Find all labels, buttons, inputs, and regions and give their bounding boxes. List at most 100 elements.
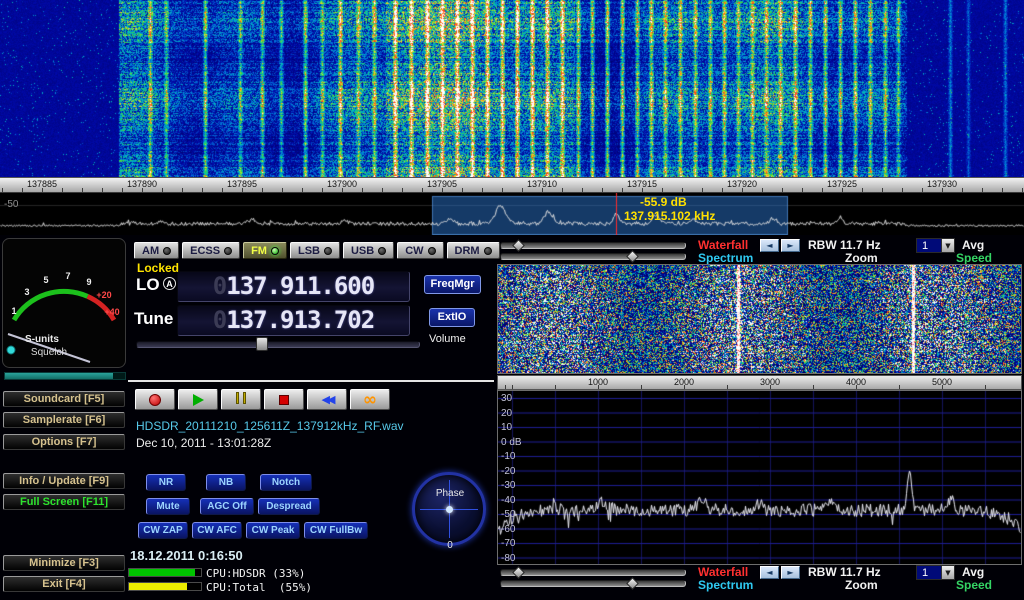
squelch-handle[interactable]	[7, 346, 15, 354]
play-button[interactable]	[178, 389, 218, 410]
volume-slider-track[interactable]	[136, 341, 420, 348]
avg-select-rf[interactable]: 1▼	[916, 238, 955, 253]
lo-leading-digit: 0	[213, 272, 226, 300]
extio-button[interactable]: ExtIO	[429, 308, 475, 327]
mode-fm-button[interactable]: FM	[243, 242, 287, 259]
wav-filename: HDSDR_20111210_125611Z_137912kHz_RF.wav	[136, 419, 404, 433]
tune-frequency-display[interactable]: 0137.913.702	[177, 305, 410, 336]
mode-am-button[interactable]: AM	[134, 242, 179, 259]
speed-slider-track-af[interactable]	[500, 580, 686, 587]
zoom-slider-track-af[interactable]	[500, 569, 686, 576]
record-button[interactable]	[135, 389, 175, 410]
spectrum-level-label: -50	[4, 199, 18, 210]
phase-indicator: Phase 0	[410, 462, 490, 558]
avg-dropdown-arrow-rf[interactable]: ▼	[941, 239, 954, 252]
rewind-button[interactable]: ◀◀	[307, 389, 347, 410]
audio-waterfall-display[interactable]	[497, 264, 1022, 374]
mode-lsb-button[interactable]: LSB	[290, 242, 340, 259]
wav-file-date: Dec 10, 2011 - 13:01:28Z	[136, 436, 271, 450]
squelch-level-track[interactable]	[4, 372, 126, 380]
dsp-cw-afc-button[interactable]: CW AFC	[192, 522, 242, 539]
squelch-label: Squelch	[31, 347, 67, 358]
frequency-tick-label: 137915	[618, 179, 666, 189]
lo-frequency-digits: 137.911.600	[226, 272, 374, 300]
dsp-nr-button[interactable]: NR	[146, 474, 186, 491]
lo-frequency-display[interactable]: 0137.911.600	[177, 271, 410, 302]
tune-leading-digit: 0	[213, 306, 226, 334]
band-next-button-af[interactable]: ►	[781, 566, 800, 579]
lo-label: LO	[136, 275, 160, 295]
avg-dropdown-arrow-af[interactable]: ▼	[941, 566, 954, 579]
volume-slider-handle[interactable]	[256, 337, 268, 351]
freqmgr-button[interactable]: FreqMgr	[424, 275, 481, 294]
zoom-slider-track-rf[interactable]	[500, 242, 686, 249]
audio-spectrum-canvas[interactable]	[498, 391, 1021, 564]
dsp-nb-button[interactable]: NB	[206, 474, 246, 491]
dsp-cw-fullbw-button[interactable]: CW FullBw	[304, 522, 368, 539]
menu-soundcard-button[interactable]: Soundcard [F5]	[3, 391, 125, 407]
af-display-controls: WaterfallSpectrum◄►RBW 11.7 HzZoom1▼AvgS…	[497, 565, 1024, 592]
band-prev-button-af[interactable]: ◄	[760, 566, 779, 579]
db-label: -70	[501, 538, 515, 549]
loop-button[interactable]: ∞	[350, 389, 390, 410]
mode-usb-button[interactable]: USB	[343, 242, 394, 259]
audio-axis-label: 3000	[750, 377, 790, 387]
main-spectrum-canvas[interactable]	[0, 193, 1024, 235]
main-waterfall-display[interactable]	[0, 0, 1024, 177]
mode-label: DRM	[455, 245, 480, 257]
speed-slider-track-rf[interactable]	[500, 253, 686, 260]
mode-cw-button[interactable]: CW	[397, 242, 443, 259]
menu-full-screen-button[interactable]: Full Screen [F11]	[3, 494, 125, 510]
dsp-despread-button[interactable]: Despread	[258, 498, 320, 515]
avg-value-af: 1	[917, 566, 941, 579]
s-meter-tick-9: 9	[86, 277, 91, 287]
local-datetime: 18.12.2011 0:16:50	[130, 548, 243, 563]
dsp-agc-off-button[interactable]: AGC Off	[200, 498, 254, 515]
audio-frequency-scale[interactable]: 10002000300040005000	[497, 375, 1022, 390]
stop-button[interactable]	[264, 389, 304, 410]
main-spectrum-display[interactable]: -50 -55.9 dB 137.915.102 kHz	[0, 193, 1024, 235]
speed-label-af: Speed	[956, 578, 992, 592]
audio-waterfall-canvas[interactable]	[498, 265, 1021, 373]
rbw-label-rf: RBW 11.7 Hz	[808, 238, 881, 252]
pause-icon	[234, 391, 248, 409]
band-next-button-rf[interactable]: ►	[781, 239, 800, 252]
cpu-hdsdr-bar	[128, 568, 202, 577]
s-meter-tick-7: 7	[65, 271, 70, 281]
db-label: 30	[501, 393, 512, 404]
cursor-frequency-readout: 137.915.102 kHz	[624, 209, 715, 223]
dsp-cw-zap-button[interactable]: CW ZAP	[138, 522, 188, 539]
waterfall-label-rf: Waterfall	[698, 238, 748, 252]
s-meter-tick-20: +20	[96, 290, 111, 300]
avg-label-af: Avg	[962, 565, 984, 579]
mode-led-icon	[324, 247, 332, 255]
cpu-total-bar	[128, 582, 202, 591]
menu-samplerate-button[interactable]: Samplerate [F6]	[3, 412, 125, 428]
dsp-mute-button[interactable]: Mute	[146, 498, 190, 515]
mode-drm-button[interactable]: DRM	[447, 242, 500, 259]
dsp-notch-button[interactable]: Notch	[260, 474, 312, 491]
s-meter-tick-3: 3	[24, 287, 29, 297]
rf-display-controls: WaterfallSpectrum◄►RBW 11.7 HzZoom1▼AvgS…	[497, 238, 1024, 265]
avg-select-af[interactable]: 1▼	[916, 565, 955, 580]
menu-exit-button[interactable]: Exit [F4]	[3, 576, 125, 592]
menu-info-update-button[interactable]: Info / Update [F9]	[3, 473, 125, 489]
rbw-label-af: RBW 11.7 Hz	[808, 565, 881, 579]
lo-sync-badge[interactable]: A	[163, 277, 176, 290]
mode-led-icon	[484, 247, 492, 255]
audio-spectrum-display[interactable]: 3020100 dB-10-20-30-40-50-60-70-80	[497, 390, 1022, 565]
rewind-icon: ◀◀	[322, 393, 333, 406]
mode-ecss-button[interactable]: ECSS	[182, 242, 240, 259]
playback-controls: ◀◀ ∞	[135, 389, 390, 410]
frequency-scale[interactable]: 1378851378901378951379001379051379101379…	[0, 177, 1024, 193]
mode-label: FM	[251, 245, 267, 257]
pause-button[interactable]	[221, 389, 261, 410]
db-label: -60	[501, 524, 515, 535]
menu-options-button[interactable]: Options [F7]	[3, 434, 125, 450]
signal-level-readout: -55.9 dB	[640, 195, 687, 209]
dsp-cw-peak-button[interactable]: CW Peak	[246, 522, 300, 539]
s-meter-tick-40: +40	[104, 307, 119, 317]
menu-minimize-button[interactable]: Minimize [F3]	[3, 555, 125, 571]
frequency-tick-label: 137925	[818, 179, 866, 189]
band-prev-button-rf[interactable]: ◄	[760, 239, 779, 252]
